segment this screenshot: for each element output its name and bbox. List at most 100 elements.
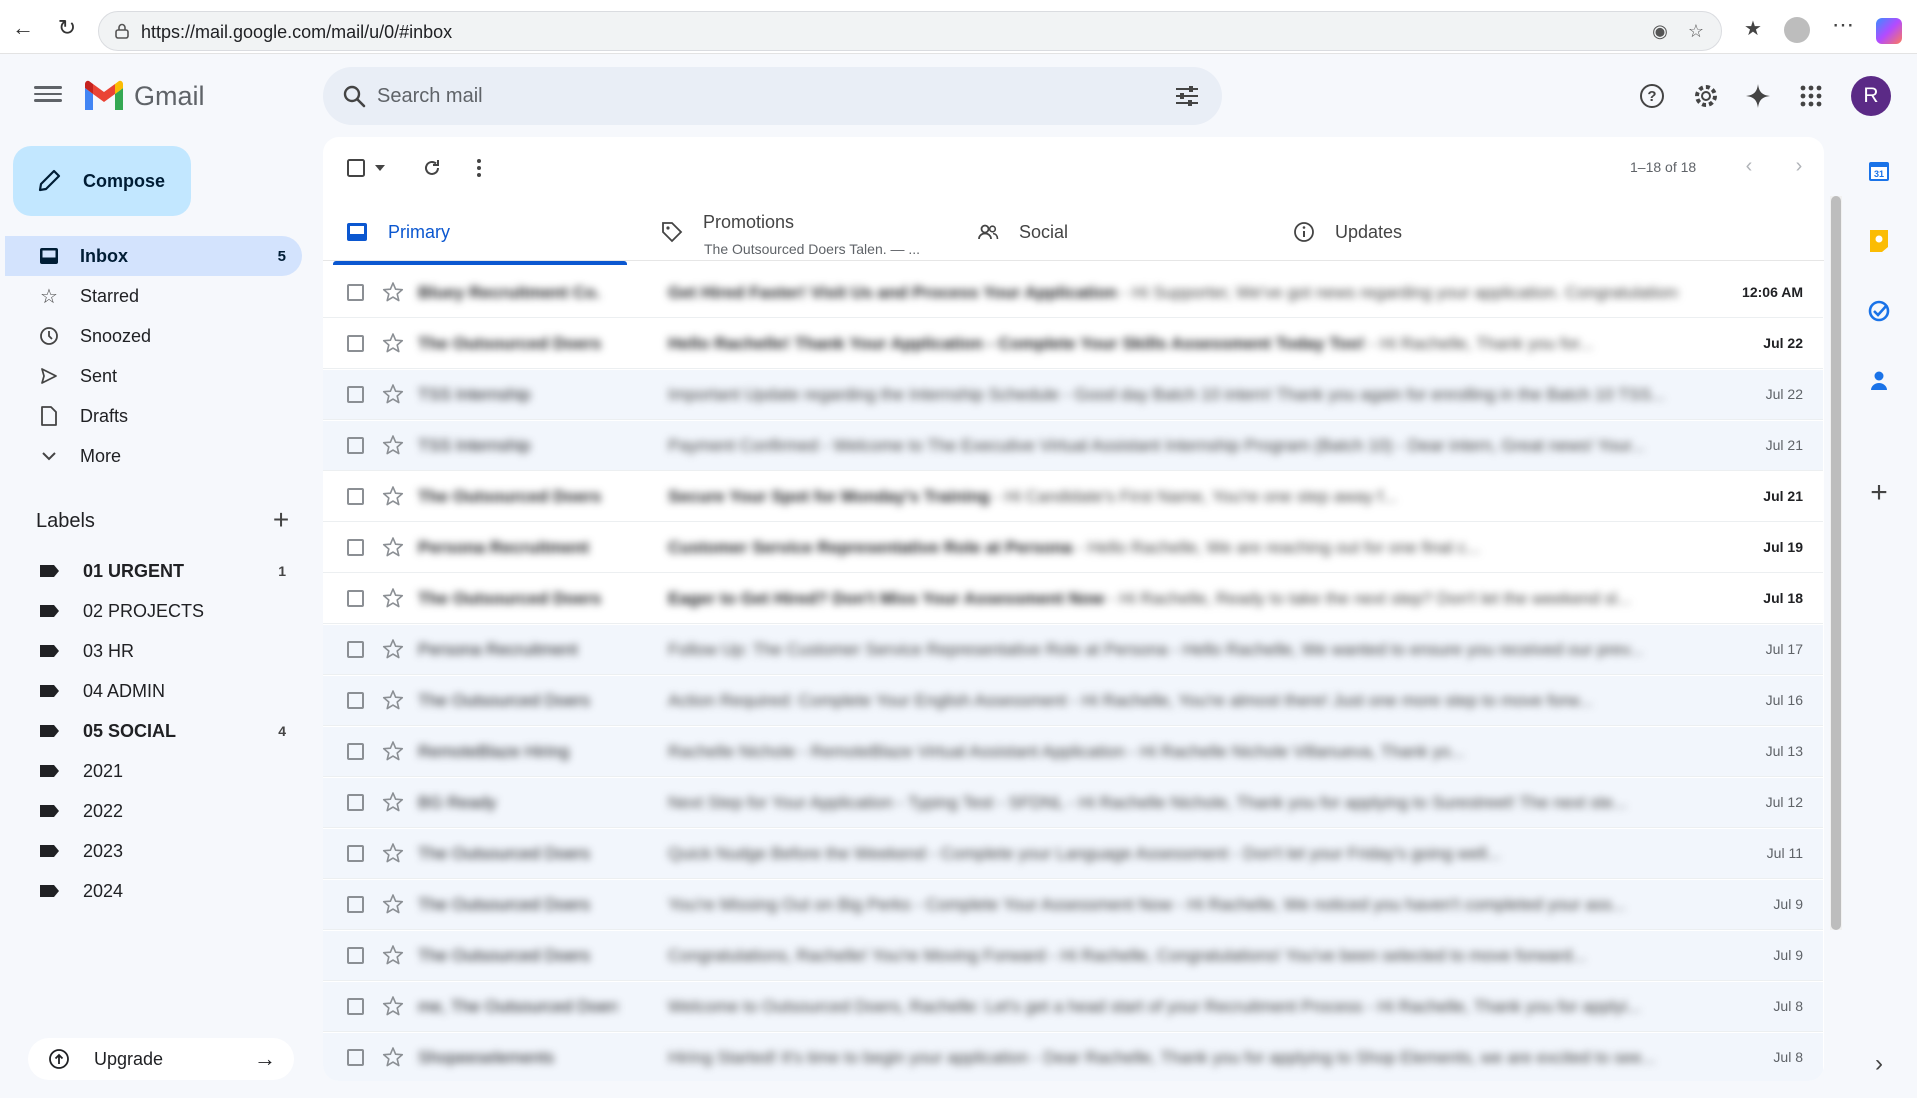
chevron-right-icon[interactable]: › <box>1787 155 1811 181</box>
settings-gear-icon[interactable] <box>1690 80 1722 112</box>
keep-notes-icon[interactable] <box>1866 228 1892 254</box>
row-checkbox[interactable] <box>347 488 364 505</box>
star-icon[interactable] <box>382 638 404 660</box>
site-info-icon[interactable] <box>113 22 131 40</box>
star-icon[interactable] <box>382 383 404 405</box>
row-checkbox[interactable] <box>347 692 364 709</box>
tab-promotions[interactable]: Promotions The Outsourced Doers Talen. —… <box>661 203 961 261</box>
favorite-star-icon[interactable]: ☆ <box>1685 21 1707 43</box>
gmail-logo-icon[interactable] <box>82 80 126 112</box>
email-row[interactable]: The Outsourced Doers Secure Your Spot for… <box>323 472 1823 522</box>
compose-button[interactable]: Compose <box>13 146 191 216</box>
search-input[interactable] <box>377 80 1137 112</box>
email-row[interactable]: me, The Outsourced Doers Welcome to Outso… <box>323 982 1823 1032</box>
chevron-left-icon[interactable]: ‹ <box>1737 155 1761 181</box>
search-icon[interactable] <box>341 83 367 109</box>
nav-item-inbox[interactable]: Inbox 5 <box>5 236 302 276</box>
email-row[interactable]: The Outsourced Doers You're Missing Out o… <box>323 880 1823 930</box>
row-checkbox[interactable] <box>347 590 364 607</box>
favorites-icon[interactable]: ★ <box>1740 16 1766 42</box>
star-icon[interactable] <box>382 842 404 864</box>
label-item[interactable]: 04 ADMIN <box>5 671 302 711</box>
star-icon[interactable] <box>382 434 404 456</box>
scrollbar-thumb[interactable] <box>1831 196 1841 930</box>
label-item[interactable]: 01 URGENT 1 <box>5 551 302 591</box>
row-checkbox[interactable] <box>347 743 364 760</box>
select-all-checkbox[interactable] <box>345 155 367 181</box>
main-menu-icon[interactable] <box>34 82 62 106</box>
address-bar[interactable]: https://mail.google.com/mail/u/0/#inbox … <box>98 11 1722 51</box>
label-item[interactable]: 2023 <box>5 831 302 871</box>
email-row[interactable]: The Outsourced Doers Hello Rachelle! Than… <box>323 319 1823 369</box>
email-row[interactable]: The Outsourced Doers Congratulations, Rac… <box>323 931 1823 981</box>
back-icon[interactable]: ← <box>8 13 38 43</box>
gemini-sparkle-icon[interactable] <box>1742 80 1774 112</box>
email-row[interactable]: The Outsourced Doers Eager to Get Hired? … <box>323 574 1823 624</box>
row-checkbox[interactable] <box>347 896 364 913</box>
create-label-plus-icon[interactable]: + <box>268 506 294 534</box>
star-icon[interactable] <box>382 995 404 1017</box>
label-item[interactable]: 2022 <box>5 791 302 831</box>
star-icon[interactable] <box>382 485 404 507</box>
star-icon[interactable] <box>382 689 404 711</box>
email-row[interactable]: Persona Recruitment Customer Service Repr… <box>323 523 1823 573</box>
email-row[interactable]: TSS Internship Important Update regarding… <box>323 370 1823 420</box>
more-actions-icon[interactable] <box>469 155 489 181</box>
star-icon[interactable] <box>382 791 404 813</box>
row-checkbox[interactable] <box>347 641 364 658</box>
more-options-icon[interactable]: ⋯ <box>1830 12 1856 38</box>
search-options-icon[interactable] <box>1173 83 1201 109</box>
star-icon[interactable] <box>382 332 404 354</box>
star-icon[interactable] <box>382 893 404 915</box>
row-checkbox[interactable] <box>347 1049 364 1066</box>
star-icon[interactable] <box>382 281 404 303</box>
row-checkbox[interactable] <box>347 794 364 811</box>
chevron-right-icon[interactable]: › <box>1866 1050 1892 1077</box>
email-row[interactable]: The Outsourced Doers Action Required: Com… <box>323 676 1823 726</box>
refresh-icon[interactable] <box>419 155 445 181</box>
label-item[interactable]: 05 SOCIAL 4 <box>5 711 302 751</box>
label-item[interactable]: 02 PROJECTS <box>5 591 302 631</box>
select-dropdown-icon[interactable] <box>373 155 387 181</box>
upgrade-button[interactable]: Upgrade → <box>28 1038 294 1080</box>
nav-item-starred[interactable]: ☆ Starred <box>5 276 302 316</box>
email-row[interactable]: Shopeeselements Hiring Started! It's time… <box>323 1033 1823 1081</box>
row-checkbox[interactable] <box>347 998 364 1015</box>
row-checkbox[interactable] <box>347 437 364 454</box>
star-icon[interactable] <box>382 1046 404 1068</box>
email-row[interactable]: Bluey Recruitment Co. Get Hired Faster! V… <box>323 268 1823 318</box>
contacts-icon[interactable] <box>1866 368 1892 394</box>
tasks-icon[interactable] <box>1866 298 1892 324</box>
star-icon[interactable] <box>382 944 404 966</box>
row-checkbox[interactable] <box>347 284 364 301</box>
email-row[interactable]: The Outsourced Doers Quick Nudge Before t… <box>323 829 1823 879</box>
nav-item-drafts[interactable]: Drafts <box>5 396 302 436</box>
nav-item-more[interactable]: More <box>5 436 302 476</box>
label-item[interactable]: 2024 <box>5 871 302 911</box>
gmail-brand[interactable]: Gmail <box>134 81 205 112</box>
help-icon[interactable]: ? <box>1636 80 1668 112</box>
row-checkbox[interactable] <box>347 947 364 964</box>
row-checkbox[interactable] <box>347 539 364 556</box>
star-icon[interactable] <box>382 587 404 609</box>
tab-primary[interactable]: Primary <box>346 203 450 261</box>
tracking-prevention-icon[interactable]: ◉ <box>1649 21 1671 43</box>
nav-item-sent[interactable]: Sent <box>5 356 302 396</box>
star-icon[interactable] <box>382 740 404 762</box>
calendar-icon[interactable]: 31 <box>1866 158 1892 184</box>
nav-item-snoozed[interactable]: Snoozed <box>5 316 302 356</box>
row-checkbox[interactable] <box>347 845 364 862</box>
email-row[interactable]: RemoteBlaze Hiring Rachelle Nichole - Rem… <box>323 727 1823 777</box>
copilot-icon[interactable] <box>1876 18 1902 44</box>
add-on-plus-icon[interactable]: + <box>1866 476 1892 509</box>
row-checkbox[interactable] <box>347 335 364 352</box>
email-row[interactable]: Persona Recruitment Follow Up: The Custom… <box>323 625 1823 675</box>
star-icon[interactable] <box>382 536 404 558</box>
email-row[interactable]: BG Ready Next Step for Your Application -… <box>323 778 1823 828</box>
label-item[interactable]: 2021 <box>5 751 302 791</box>
label-item[interactable]: 03 HR <box>5 631 302 671</box>
url-text[interactable]: https://mail.google.com/mail/u/0/#inbox <box>141 22 452 43</box>
browser-profile-icon[interactable] <box>1784 17 1810 43</box>
account-avatar[interactable]: R <box>1851 76 1891 116</box>
email-row[interactable]: TSS Internship Payment Confirmed - Welcom… <box>323 421 1823 471</box>
